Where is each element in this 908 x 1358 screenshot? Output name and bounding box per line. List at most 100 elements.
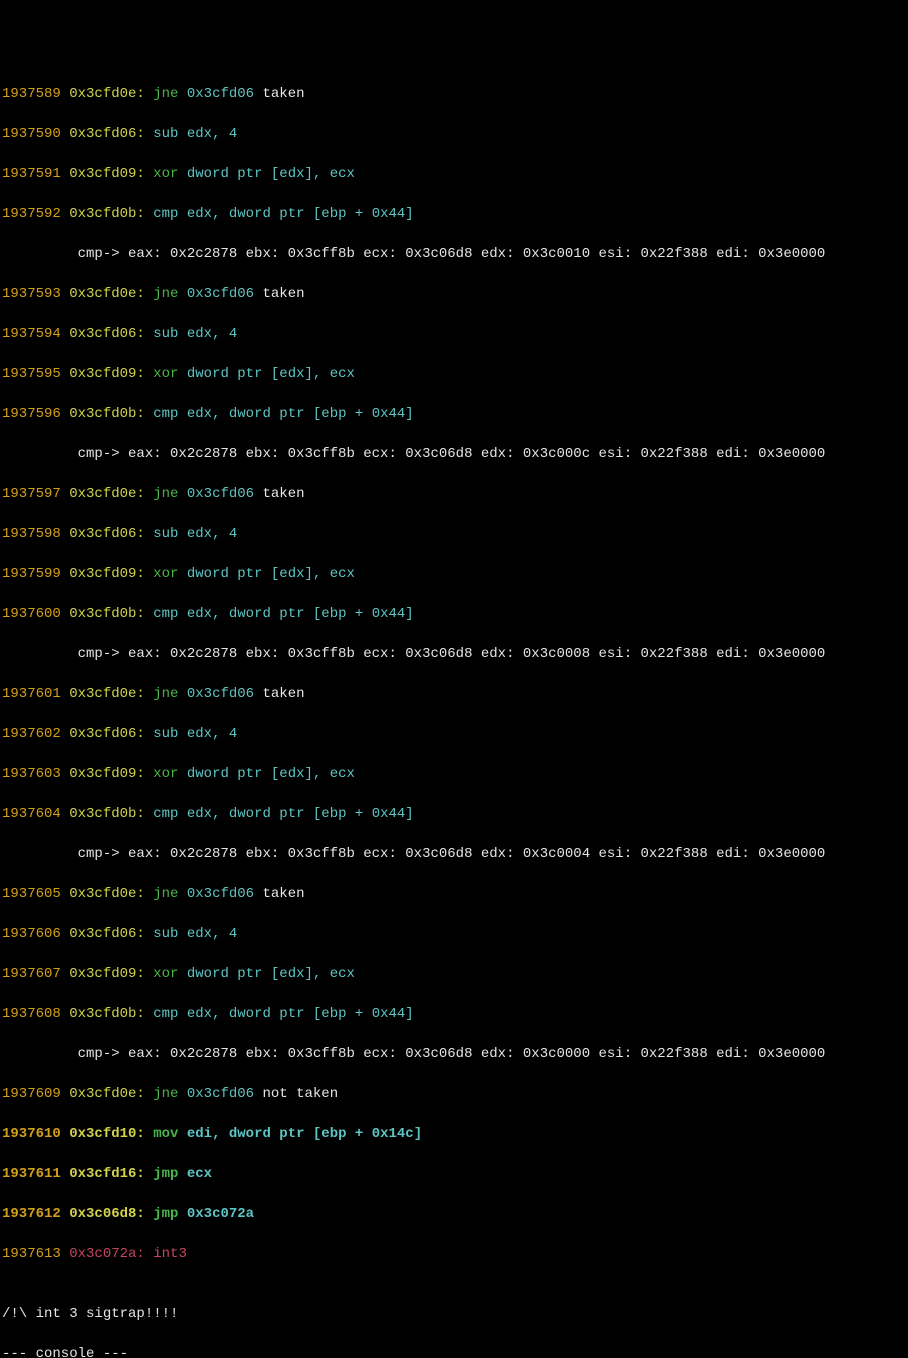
- mnemonic: jne: [153, 886, 178, 902]
- line-number: 1937610: [2, 1126, 61, 1142]
- address: 0x3cfd09:: [69, 366, 145, 382]
- trace-line: 1937602 0x3cfd06: sub edx, 4: [2, 724, 906, 744]
- line-number: 1937591: [2, 166, 61, 182]
- address: 0x3cfd0e:: [69, 1086, 145, 1102]
- operands: edx, dword ptr [ebp + 0x44]: [187, 206, 414, 222]
- operands: 0x3cfd06: [187, 886, 254, 902]
- mnemonic: sub: [153, 726, 178, 742]
- address: 0x3cfd06:: [69, 126, 145, 142]
- line-number: 1937597: [2, 486, 61, 502]
- trace-line: 1937596 0x3cfd0b: cmp edx, dword ptr [eb…: [2, 404, 906, 424]
- register-values: cmp-> eax: 0x2c2878 ebx: 0x3cff8b ecx: 0…: [2, 846, 825, 862]
- trace-line: 1937607 0x3cfd09: xor dword ptr [edx], e…: [2, 964, 906, 984]
- register-dump: cmp-> eax: 0x2c2878 ebx: 0x3cff8b ecx: 0…: [2, 1044, 906, 1064]
- address: 0x3cfd06:: [69, 926, 145, 942]
- operands: edx, 4: [187, 126, 237, 142]
- trace-line: 1937594 0x3cfd06: sub edx, 4: [2, 324, 906, 344]
- address: 0x3cfd09:: [69, 566, 145, 582]
- mnemonic: cmp: [153, 806, 178, 822]
- branch-result: taken: [254, 686, 304, 702]
- mnemonic: sub: [153, 126, 178, 142]
- line-number: 1937609: [2, 1086, 61, 1102]
- operands: edx, dword ptr [ebp + 0x44]: [187, 1006, 414, 1022]
- operands: edx, 4: [187, 926, 237, 942]
- mnemonic: jne: [153, 686, 178, 702]
- address: 0x3cfd09:: [69, 966, 145, 982]
- address: 0x3c072a:: [69, 1246, 145, 1262]
- mnemonic: xor: [153, 366, 178, 382]
- address: 0x3cfd0e:: [69, 486, 145, 502]
- operands: 0x3cfd06: [187, 1086, 254, 1102]
- line-number: 1937595: [2, 366, 61, 382]
- address: 0x3cfd06:: [69, 726, 145, 742]
- line-number: 1937596: [2, 406, 61, 422]
- mnemonic: int3: [153, 1246, 187, 1262]
- operands: dword ptr [edx], ecx: [187, 166, 355, 182]
- operands: 0x3c072a: [187, 1206, 254, 1222]
- register-dump: cmp-> eax: 0x2c2878 ebx: 0x3cff8b ecx: 0…: [2, 844, 906, 864]
- mnemonic: xor: [153, 566, 178, 582]
- trace-line: 1937600 0x3cfd0b: cmp edx, dword ptr [eb…: [2, 604, 906, 624]
- line-number: 1937606: [2, 926, 61, 942]
- console-separator: --- console ---: [2, 1344, 906, 1358]
- address: 0x3cfd06:: [69, 526, 145, 542]
- register-dump: cmp-> eax: 0x2c2878 ebx: 0x3cff8b ecx: 0…: [2, 644, 906, 664]
- mnemonic: cmp: [153, 606, 178, 622]
- trace-line: 1937612 0x3c06d8: jmp 0x3c072a: [2, 1204, 906, 1224]
- operands: edx, 4: [187, 326, 237, 342]
- address: 0x3cfd0b:: [69, 806, 145, 822]
- line-number: 1937599: [2, 566, 61, 582]
- trace-line: 1937591 0x3cfd09: xor dword ptr [edx], e…: [2, 164, 906, 184]
- line-number: 1937605: [2, 886, 61, 902]
- register-values: cmp-> eax: 0x2c2878 ebx: 0x3cff8b ecx: 0…: [2, 246, 825, 262]
- line-number: 1937600: [2, 606, 61, 622]
- trace-line: 1937610 0x3cfd10: mov edi, dword ptr [eb…: [2, 1124, 906, 1144]
- mnemonic: jne: [153, 1086, 178, 1102]
- address: 0x3cfd0e:: [69, 886, 145, 902]
- address: 0x3cfd09:: [69, 766, 145, 782]
- mnemonic: sub: [153, 326, 178, 342]
- trace-line: 1937592 0x3cfd0b: cmp edx, dword ptr [eb…: [2, 204, 906, 224]
- line-number: 1937594: [2, 326, 61, 342]
- trace-line: 1937589 0x3cfd0e: jne 0x3cfd06 taken: [2, 84, 906, 104]
- mnemonic: cmp: [153, 406, 178, 422]
- address: 0x3cfd0b:: [69, 206, 145, 222]
- line-number: 1937592: [2, 206, 61, 222]
- trace-line: 1937597 0x3cfd0e: jne 0x3cfd06 taken: [2, 484, 906, 504]
- operands: 0x3cfd06: [187, 286, 254, 302]
- register-dump: cmp-> eax: 0x2c2878 ebx: 0x3cff8b ecx: 0…: [2, 444, 906, 464]
- sigtrap-warning: /!\ int 3 sigtrap!!!!: [2, 1304, 906, 1324]
- line-number: 1937589: [2, 86, 61, 102]
- mnemonic: jne: [153, 86, 178, 102]
- line-number: 1937593: [2, 286, 61, 302]
- trace-line: 1937601 0x3cfd0e: jne 0x3cfd06 taken: [2, 684, 906, 704]
- mnemonic: jne: [153, 486, 178, 502]
- operands: 0x3cfd06: [187, 86, 254, 102]
- mnemonic: cmp: [153, 206, 178, 222]
- trace-line: 1937606 0x3cfd06: sub edx, 4: [2, 924, 906, 944]
- branch-result: taken: [254, 886, 304, 902]
- operands: dword ptr [edx], ecx: [187, 366, 355, 382]
- trace-line: 1937611 0x3cfd16: jmp ecx: [2, 1164, 906, 1184]
- mnemonic: jmp: [153, 1166, 178, 1182]
- mnemonic: sub: [153, 526, 178, 542]
- operands: edx, 4: [187, 726, 237, 742]
- address: 0x3c06d8:: [69, 1206, 145, 1222]
- operands: dword ptr [edx], ecx: [187, 566, 355, 582]
- mnemonic: sub: [153, 926, 178, 942]
- address: 0x3cfd0e:: [69, 86, 145, 102]
- trace-line: 1937609 0x3cfd0e: jne 0x3cfd06 not taken: [2, 1084, 906, 1104]
- address: 0x3cfd06:: [69, 326, 145, 342]
- address: 0x3cfd0b:: [69, 406, 145, 422]
- operands: edx, dword ptr [ebp + 0x44]: [187, 606, 414, 622]
- operands: edx, dword ptr [ebp + 0x44]: [187, 406, 414, 422]
- trace-line: 1937604 0x3cfd0b: cmp edx, dword ptr [eb…: [2, 804, 906, 824]
- trace-line: 1937593 0x3cfd0e: jne 0x3cfd06 taken: [2, 284, 906, 304]
- address: 0x3cfd0e:: [69, 286, 145, 302]
- line-number: 1937604: [2, 806, 61, 822]
- mnemonic: cmp: [153, 1006, 178, 1022]
- mnemonic: xor: [153, 766, 178, 782]
- branch-result: taken: [254, 486, 304, 502]
- mnemonic: xor: [153, 966, 178, 982]
- address: 0x3cfd09:: [69, 166, 145, 182]
